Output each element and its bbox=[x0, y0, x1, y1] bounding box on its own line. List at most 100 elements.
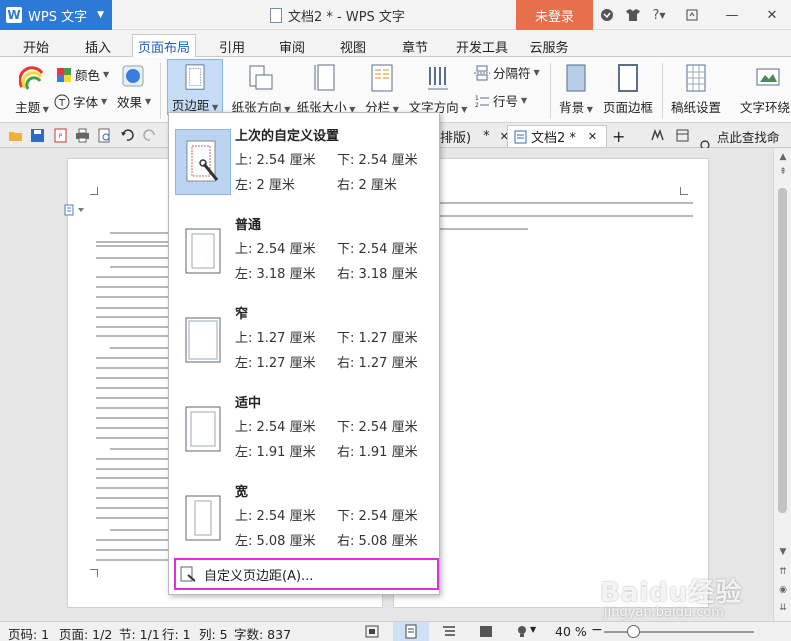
color-button[interactable]: 颜色 ▼ bbox=[56, 65, 109, 84]
line-number-label: 行号 bbox=[493, 94, 519, 109]
margin-right-value: 右: 3.18 厘米 bbox=[337, 267, 418, 282]
zoom-out-icon[interactable]: − bbox=[591, 622, 603, 638]
outline-view-icon[interactable] bbox=[441, 624, 457, 639]
margin-right-value: 右: 5.08 厘米 bbox=[337, 534, 418, 549]
print-icon[interactable] bbox=[75, 128, 90, 143]
fullscreen-icon[interactable] bbox=[364, 624, 380, 639]
ribbon-separator bbox=[550, 63, 551, 119]
manuscript-icon bbox=[686, 64, 706, 92]
margin-preset-name: 适中 bbox=[235, 396, 262, 411]
effect-button[interactable]: 效果 ▼ bbox=[117, 92, 151, 111]
close-icon[interactable]: ✕ bbox=[752, 0, 791, 30]
tab-page-layout[interactable]: 页面布局 bbox=[132, 34, 196, 58]
background-button[interactable]: 背景 ▼ bbox=[556, 59, 596, 116]
tab-home[interactable]: 开始 bbox=[14, 35, 58, 57]
next-page-icon[interactable]: ⇊ bbox=[777, 602, 789, 614]
orientation-button[interactable]: 纸张方向 ▼ bbox=[228, 59, 294, 116]
effect-preview[interactable] bbox=[122, 65, 144, 87]
text-direction-button[interactable]: 文字方向 ▼ bbox=[407, 59, 469, 116]
text-wrap-button[interactable]: 文字环绕 bbox=[737, 59, 791, 116]
status-pages[interactable]: 页面: 1/2 bbox=[59, 624, 112, 641]
separator-button[interactable]: 分隔符 ▼ bbox=[474, 63, 540, 82]
paragraph-layout-icon[interactable] bbox=[64, 204, 88, 216]
wps-cloud-icon[interactable] bbox=[650, 128, 665, 143]
minimize-icon[interactable]: — bbox=[712, 0, 752, 30]
tab-review[interactable]: 审阅 bbox=[270, 35, 314, 57]
tab-chapter[interactable]: 章节 bbox=[393, 35, 437, 57]
app-menu-button[interactable]: W WPS 文字 ▼ bbox=[0, 0, 112, 30]
prev-page-icon[interactable]: ⇈ bbox=[777, 566, 789, 578]
text-line bbox=[96, 241, 170, 243]
status-word-count[interactable]: 字数: 837 bbox=[234, 624, 291, 641]
skin-icon[interactable] bbox=[622, 4, 644, 26]
margin-preset-wide[interactable]: 宽 上: 2.54 厘米 下: 2.54 厘米 左: 5.08 厘米 右: 5.… bbox=[169, 475, 439, 563]
margin-preset-moderate[interactable]: 适中 上: 2.54 厘米 下: 2.54 厘米 左: 1.91 厘米 右: 1… bbox=[169, 386, 439, 474]
margin-preset-normal[interactable]: 普通 上: 2.54 厘米 下: 2.54 厘米 左: 3.18 厘米 右: 3… bbox=[169, 208, 439, 296]
line-number-button[interactable]: 12 行号 ▼ bbox=[474, 91, 527, 110]
feedback-icon[interactable] bbox=[596, 4, 618, 26]
margins-dropdown: 上次的自定义设置 上: 2.54 厘米 下: 2.54 厘米 左: 2 厘米 右… bbox=[168, 112, 440, 595]
text-line bbox=[96, 497, 170, 499]
redo-icon[interactable] bbox=[142, 128, 157, 143]
tab-cloud[interactable]: 云服务 bbox=[525, 35, 573, 57]
tab-references[interactable]: 引用 bbox=[210, 35, 254, 57]
scroll-thumb[interactable] bbox=[778, 188, 787, 513]
login-button[interactable]: 未登录 bbox=[516, 0, 593, 30]
page-border-icon bbox=[618, 64, 638, 92]
protect-eyes-icon[interactable] bbox=[514, 624, 530, 639]
tab-view[interactable]: 视图 bbox=[331, 35, 375, 57]
text-line bbox=[110, 347, 170, 349]
doc-tab-previous[interactable]: 排版) * ✕ bbox=[440, 125, 509, 147]
print-preview-icon[interactable] bbox=[97, 128, 112, 143]
close-icon[interactable]: ✕ bbox=[588, 130, 597, 143]
read-view-icon[interactable] bbox=[478, 624, 494, 639]
margin-preset-narrow[interactable]: 窄 上: 1.27 厘米 下: 1.27 厘米 左: 1.27 厘米 右: 1.… bbox=[169, 297, 439, 385]
paper-size-button[interactable]: 纸张大小 ▼ bbox=[296, 59, 356, 116]
screen-icon[interactable] bbox=[675, 128, 690, 143]
margin-top-value: 上: 2.54 厘米 bbox=[235, 153, 316, 168]
tab-developer[interactable]: 开发工具 bbox=[453, 35, 511, 57]
zoom-slider-knob[interactable] bbox=[627, 625, 640, 638]
help-icon[interactable]: ? ▼ bbox=[648, 4, 670, 26]
ribbon-separator bbox=[662, 63, 663, 119]
page-view-icon[interactable] bbox=[403, 624, 419, 639]
margins-button[interactable]: 页边距 ▼ bbox=[167, 59, 223, 115]
help-label: ? bbox=[652, 7, 660, 23]
wps-logo-icon: W bbox=[6, 7, 22, 23]
margin-right-value: 右: 1.91 厘米 bbox=[337, 445, 418, 460]
margin-preset-thumbnail bbox=[175, 396, 231, 462]
open-folder-icon[interactable] bbox=[8, 128, 23, 143]
save-icon[interactable] bbox=[30, 128, 45, 143]
doc-tab-current[interactable]: 文档2 * ✕ bbox=[507, 125, 607, 147]
status-page-number[interactable]: 页码: 1 bbox=[8, 624, 49, 641]
columns-button[interactable]: 分栏 ▼ bbox=[362, 59, 402, 116]
scroll-up-icon[interactable]: ▲ bbox=[777, 151, 789, 163]
effect-label: 效果 bbox=[117, 95, 143, 110]
page-corner-mark bbox=[90, 187, 98, 195]
manuscript-button[interactable]: 稿纸设置 bbox=[668, 59, 724, 116]
tab-insert[interactable]: 插入 bbox=[76, 35, 120, 57]
vertical-scrollbar[interactable]: ▲ ⇞ ▼ ⇈ ◉ ⇊ bbox=[773, 148, 791, 621]
custom-margins-button[interactable]: 自定义页边距(A)... bbox=[174, 558, 439, 590]
undo-icon[interactable] bbox=[120, 128, 135, 143]
font-button[interactable]: T 字体 ▼ bbox=[54, 92, 107, 111]
chevron-down-icon[interactable]: ▼ bbox=[530, 625, 536, 634]
select-browse-icon[interactable]: ◉ bbox=[777, 584, 789, 596]
watermark-text: Baidu经验 bbox=[600, 578, 743, 608]
export-pdf-icon[interactable]: P bbox=[53, 128, 68, 143]
text-line bbox=[96, 296, 170, 298]
restore-icon[interactable] bbox=[672, 0, 712, 30]
page-break-icon bbox=[474, 65, 490, 80]
add-tab-icon[interactable]: + bbox=[612, 125, 625, 147]
page-2[interactable] bbox=[393, 158, 709, 608]
margin-preset-last-custom[interactable]: 上次的自定义设置 上: 2.54 厘米 下: 2.54 厘米 左: 2 厘米 右… bbox=[169, 119, 439, 207]
page-border-button[interactable]: 页面边框 bbox=[600, 59, 656, 116]
svg-text:P: P bbox=[59, 133, 63, 140]
zoom-level[interactable]: 40 % bbox=[555, 624, 587, 639]
margins-icon bbox=[185, 64, 205, 90]
app-name: WPS 文字 bbox=[28, 9, 88, 25]
theme-button[interactable]: 主题 ▼ bbox=[10, 59, 54, 116]
scroll-down-icon[interactable]: ▼ bbox=[777, 546, 789, 558]
scroll-top-icon[interactable]: ⇞ bbox=[777, 166, 789, 178]
margin-top-value: 上: 2.54 厘米 bbox=[235, 420, 316, 435]
